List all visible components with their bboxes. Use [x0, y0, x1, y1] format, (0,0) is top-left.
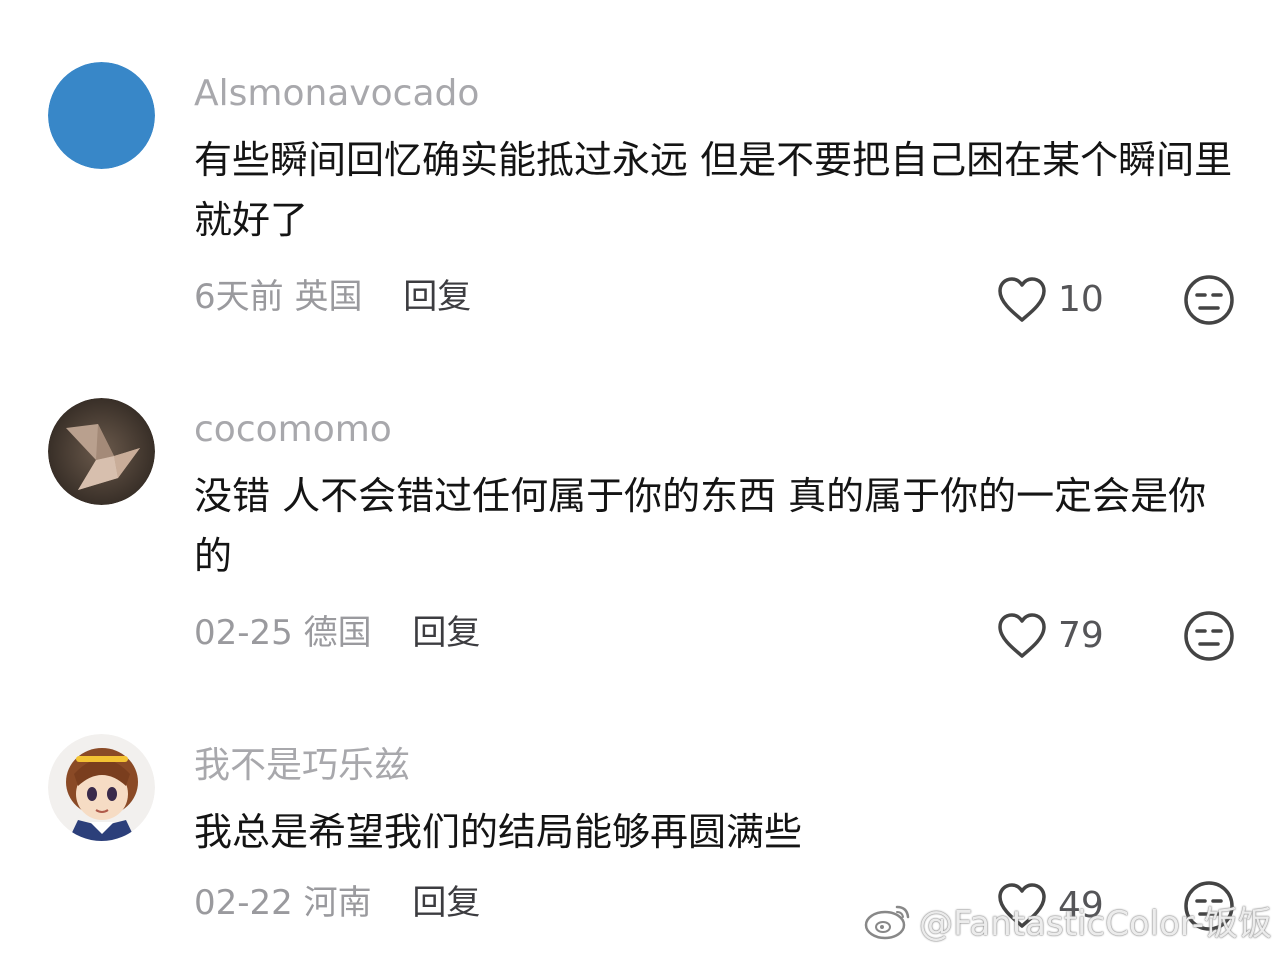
heart-icon [998, 277, 1046, 322]
comment-location: 英国 [294, 277, 363, 317]
anime-girl-avatar-icon [48, 734, 155, 841]
comment-time: 6天前 [194, 277, 284, 317]
reply-button[interactable]: 回复 [412, 883, 480, 923]
comment-text: 有些瞬间回忆确实能抵过永远 但是不要把自己困在某个瞬间里就好了 [194, 138, 1233, 242]
solid-blue-avatar-icon [48, 62, 155, 169]
weibo-logo-icon [864, 905, 910, 939]
reply-button[interactable]: 回复 [403, 277, 471, 317]
like-count: 79 [1058, 615, 1104, 656]
watermark: @FantasticColor-饭饭 [863, 896, 1272, 945]
comment-time: 02-22 [194, 883, 293, 923]
comment-username[interactable]: 我不是巧乐兹 [194, 744, 410, 788]
unamused-face-icon [1184, 611, 1234, 661]
avatar[interactable] [48, 398, 155, 505]
like-button[interactable]: 79 [996, 608, 1104, 664]
comment-username[interactable]: Alsmonavocado [194, 72, 479, 116]
avatar[interactable] [48, 62, 155, 169]
avatar[interactable] [48, 734, 155, 841]
comment-meta: 02-22 河南 回复 [194, 881, 480, 925]
heart-icon [998, 613, 1046, 658]
comment-time: 02-25 [194, 613, 293, 653]
reply-button[interactable]: 回复 [412, 613, 480, 653]
comment-text: 我总是希望我们的结局能够再圆满些 [194, 810, 803, 854]
comment-meta: 02-25 德国 回复 [194, 611, 480, 655]
dislike-button[interactable] [1183, 274, 1235, 326]
comment-location: 河南 [303, 883, 372, 923]
comment-text: 没错 人不会错过任何属于你的东西 真的属于你的一定会是你的 [194, 474, 1207, 578]
comment-meta: 6天前 英国 回复 [194, 275, 471, 319]
watermark-text: @FantasticColor-饭饭 [918, 904, 1272, 944]
like-button[interactable]: 10 [996, 272, 1104, 328]
like-count: 10 [1058, 279, 1104, 320]
comment-location: 德国 [303, 613, 372, 653]
comment-username[interactable]: cocomomo [194, 408, 392, 452]
unamused-face-icon [1184, 275, 1234, 325]
dislike-button[interactable] [1183, 610, 1235, 662]
paper-crane-avatar-icon [48, 398, 155, 505]
